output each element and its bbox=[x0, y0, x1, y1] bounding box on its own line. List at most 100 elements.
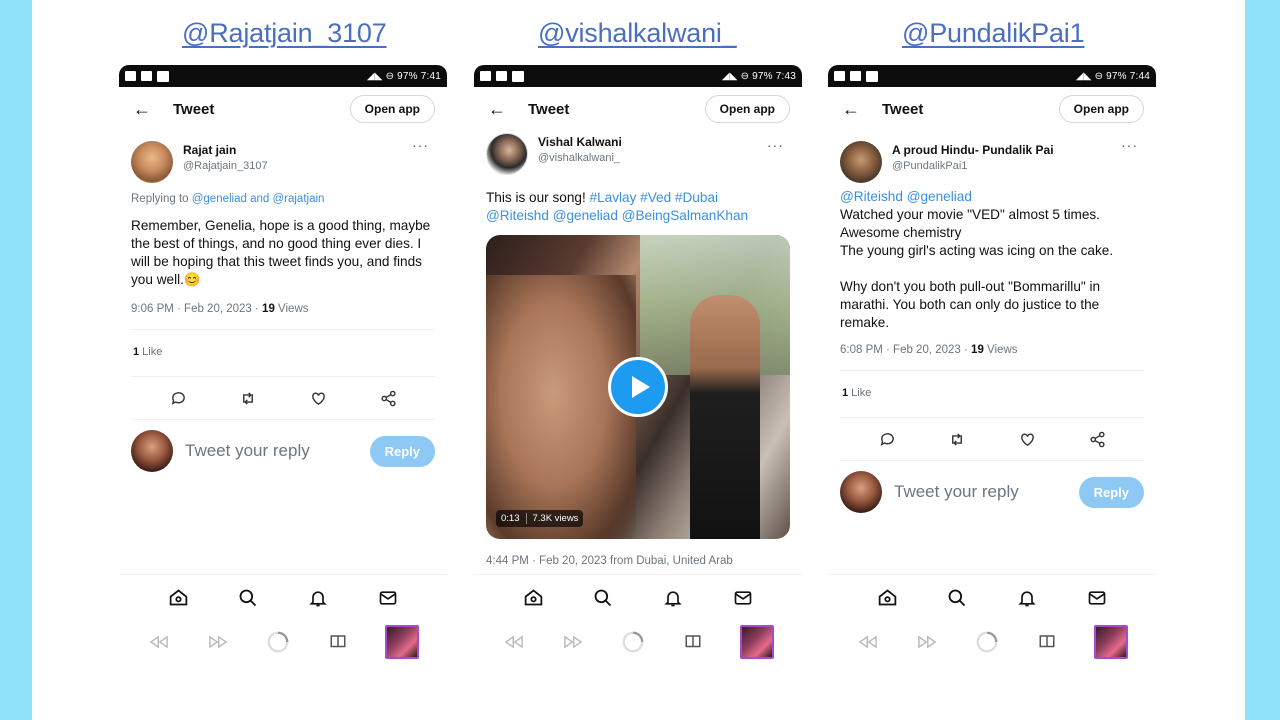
avatar[interactable] bbox=[840, 141, 882, 183]
fast-forward-icon[interactable] bbox=[206, 630, 230, 654]
tweet-timestamp: 9:06 PM · Feb 20, 2023 · bbox=[131, 303, 263, 315]
thumbnail[interactable] bbox=[740, 625, 775, 659]
open-app-button[interactable]: Open app bbox=[704, 95, 790, 123]
hashtags[interactable]: #Lavlay #Ved #Dubai bbox=[590, 190, 718, 205]
messages-icon[interactable] bbox=[732, 587, 754, 609]
handle-1[interactable]: @Rajatjain_3107 bbox=[182, 18, 387, 49]
tweet-line: Awesome chemistry bbox=[840, 225, 962, 240]
tweet-timestamp: 6:08 PM · Feb 20, 2023 · bbox=[840, 344, 972, 356]
back-arrow-icon[interactable]: ← bbox=[842, 99, 882, 120]
reply-button[interactable]: Reply bbox=[1078, 476, 1144, 508]
home-icon[interactable] bbox=[876, 587, 898, 609]
home-icon[interactable] bbox=[522, 587, 544, 609]
open-app-button[interactable]: Open app bbox=[1058, 95, 1144, 123]
more-options-icon[interactable]: ··· bbox=[412, 137, 429, 153]
likes-row[interactable]: 1 Like bbox=[828, 371, 1156, 417]
screen-recorder-bar bbox=[119, 620, 447, 664]
avatar[interactable] bbox=[131, 141, 173, 183]
tweet-actions bbox=[828, 418, 1156, 460]
square-icon bbox=[866, 70, 878, 82]
thumbnail[interactable] bbox=[385, 625, 420, 659]
replying-to-users[interactable]: @geneliad and @rajatjain bbox=[192, 193, 325, 205]
username[interactable]: @PundalikPai1 bbox=[892, 160, 1054, 172]
bottom-nav bbox=[828, 574, 1156, 620]
headphones-icon bbox=[496, 71, 507, 81]
username[interactable]: @Rajatjain_3107 bbox=[183, 160, 268, 172]
username[interactable]: @vishalkalwani_ bbox=[538, 152, 622, 164]
more-options-icon[interactable]: ··· bbox=[767, 137, 784, 153]
tweet-author: Rajat jain @Rajatjain_3107 ··· bbox=[119, 131, 447, 187]
more-options-icon[interactable]: ··· bbox=[1121, 137, 1138, 153]
share-icon[interactable] bbox=[1088, 430, 1106, 448]
tweet-author: Vishal Kalwani @vishalkalwani_ ··· bbox=[474, 131, 802, 185]
rewind-icon[interactable] bbox=[856, 630, 880, 654]
phone-screenshot-3: ◢◣ ⊖ 97% 7:44 ← Tweet Open app A proud H… bbox=[828, 65, 1156, 673]
tweet-video[interactable]: 0:13 7.3K views bbox=[486, 235, 790, 539]
status-bar: ◢◣ ⊖ 97% 7:44 bbox=[828, 65, 1156, 87]
tweet-text: This is our song! #Lavlay #Ved #Dubai @R… bbox=[474, 189, 802, 225]
notifications-icon[interactable] bbox=[662, 587, 684, 609]
screen-icon[interactable] bbox=[1035, 630, 1059, 654]
mentions[interactable]: @Riteishd @geneliad @BeingSalmanKhan bbox=[486, 208, 748, 223]
play-button-icon[interactable] bbox=[608, 357, 668, 417]
tweet-author: A proud Hindu- Pundalik Pai @PundalikPai… bbox=[828, 131, 1156, 189]
home-icon[interactable] bbox=[167, 587, 189, 609]
square-icon bbox=[512, 70, 524, 82]
video-duration: 0:13 bbox=[501, 513, 520, 524]
messages-icon[interactable] bbox=[1086, 587, 1108, 609]
notification-icon bbox=[125, 71, 136, 81]
back-arrow-icon[interactable]: ← bbox=[488, 99, 528, 120]
rewind-icon[interactable] bbox=[147, 630, 171, 654]
fast-forward-icon[interactable] bbox=[561, 630, 585, 654]
status-right: ◢◣ ⊖ 97% 7:44 bbox=[1075, 70, 1150, 82]
avatar[interactable] bbox=[486, 133, 528, 175]
status-right: ◢◣ ⊖ 97% 7:43 bbox=[721, 70, 796, 82]
loading-spinner-icon bbox=[621, 630, 645, 654]
search-icon[interactable] bbox=[592, 587, 614, 609]
display-name[interactable]: Vishal Kalwani bbox=[538, 135, 622, 149]
handle-2[interactable]: @vishalkalwani_ bbox=[538, 18, 737, 49]
thumbnail[interactable] bbox=[1094, 625, 1129, 659]
back-arrow-icon[interactable]: ← bbox=[133, 99, 173, 120]
display-name[interactable]: A proud Hindu- Pundalik Pai bbox=[892, 143, 1054, 157]
handle-3[interactable]: @PundalikPai1 bbox=[902, 18, 1085, 49]
likes-row[interactable]: 1 Like bbox=[119, 330, 447, 376]
retweet-icon[interactable] bbox=[948, 430, 966, 448]
retweet-icon[interactable] bbox=[239, 389, 257, 407]
rewind-icon[interactable] bbox=[502, 630, 526, 654]
tweet-actions bbox=[119, 377, 447, 419]
video-views: 7.3K views bbox=[525, 513, 578, 524]
screen-icon[interactable] bbox=[326, 630, 350, 654]
tweet-meta: 6:08 PM · Feb 20, 2023 · 19 Views bbox=[828, 344, 1156, 356]
reply-input[interactable]: Tweet your reply bbox=[185, 441, 370, 461]
notification-icon bbox=[480, 71, 491, 81]
like-icon[interactable] bbox=[309, 389, 327, 407]
notifications-icon[interactable] bbox=[1016, 587, 1038, 609]
views-label: Views bbox=[274, 303, 309, 315]
tweet-topbar: ← Tweet Open app bbox=[828, 87, 1156, 131]
screen-icon[interactable] bbox=[681, 630, 705, 654]
reply-icon[interactable] bbox=[169, 389, 187, 407]
mentions[interactable]: @Riteishd @geneliad bbox=[840, 188, 1144, 206]
display-name[interactable]: Rajat jain bbox=[183, 143, 268, 157]
screen-recorder-bar bbox=[828, 620, 1156, 664]
open-app-button[interactable]: Open app bbox=[349, 95, 435, 123]
notifications-icon[interactable] bbox=[307, 587, 329, 609]
reply-input[interactable]: Tweet your reply bbox=[894, 482, 1079, 502]
search-icon[interactable] bbox=[946, 587, 968, 609]
like-icon[interactable] bbox=[1018, 430, 1036, 448]
status-bar: ◢◣ ⊖ 97% 7:43 bbox=[474, 65, 802, 87]
share-icon[interactable] bbox=[379, 389, 397, 407]
tweet-line: Watched your movie "VED" almost 5 times. bbox=[840, 207, 1100, 222]
messages-icon[interactable] bbox=[377, 587, 399, 609]
image-icon bbox=[141, 71, 152, 81]
replying-prefix: Replying to bbox=[131, 193, 192, 205]
fast-forward-icon[interactable] bbox=[915, 630, 939, 654]
tweet-text: Remember, Genelia, hope is a good thing,… bbox=[131, 218, 431, 287]
reply-icon[interactable] bbox=[878, 430, 896, 448]
search-icon[interactable] bbox=[237, 587, 259, 609]
tweet-topbar: ← Tweet Open app bbox=[119, 87, 447, 131]
phone-screenshot-1: ◢◣ ⊖ 97% 7:41 ← Tweet Open app Rajat jai… bbox=[119, 65, 447, 673]
reply-button[interactable]: Reply bbox=[369, 435, 435, 467]
user-avatar bbox=[840, 471, 882, 513]
